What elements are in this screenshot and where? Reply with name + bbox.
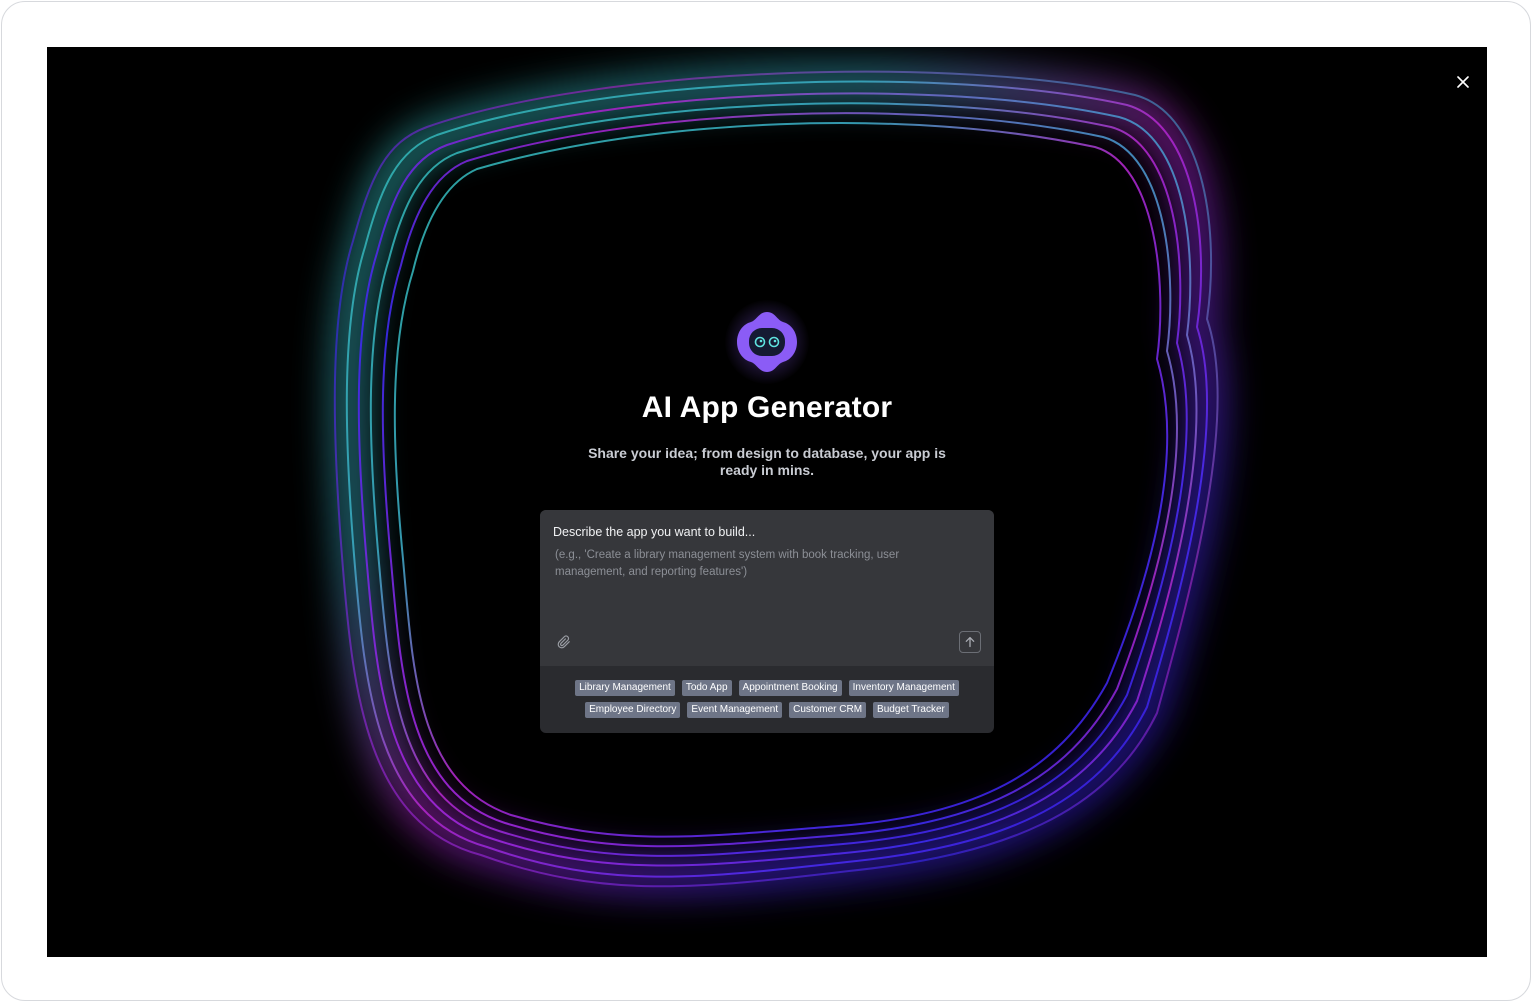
page-subtitle: Share your idea; from design to database… (588, 445, 946, 478)
prompt-card: Describe the app you want to build... Li… (540, 510, 994, 733)
suggestion-row-2: Employee Directory Event Management Cust… (585, 702, 949, 718)
suggestion-chip[interactable]: Budget Tracker (873, 702, 949, 718)
paperclip-icon (557, 635, 570, 649)
neon-wave-background (328, 63, 1227, 896)
robot-logo-icon (737, 312, 797, 372)
attach-button[interactable] (556, 634, 572, 650)
app-logo (725, 300, 809, 384)
ai-app-generator-modal: AI App Generator Share your idea; from d… (47, 47, 1487, 957)
arrow-up-icon (965, 636, 975, 648)
suggestion-chips: Library Management Todo App Appointment … (540, 680, 994, 718)
suggestion-row-1: Library Management Todo App Appointment … (575, 680, 959, 696)
prompt-input-area: Describe the app you want to build... (540, 510, 994, 666)
close-button[interactable] (1452, 71, 1474, 93)
page-title: AI App Generator (641, 391, 893, 424)
suggestion-chip[interactable]: Customer CRM (789, 702, 867, 718)
suggestion-chip[interactable]: Library Management (575, 680, 675, 696)
suggestion-chip[interactable]: Event Management (687, 702, 783, 718)
suggestion-chip[interactable]: Employee Directory (585, 702, 681, 718)
suggestion-chip[interactable]: Inventory Management (848, 680, 959, 696)
app-description-input[interactable] (552, 547, 972, 607)
suggestion-chip[interactable]: Todo App (681, 680, 732, 696)
close-icon (1457, 76, 1469, 88)
prompt-label: Describe the app you want to build... (553, 525, 756, 539)
suggestion-chip[interactable]: Appointment Booking (738, 680, 842, 696)
send-button[interactable] (959, 631, 981, 653)
